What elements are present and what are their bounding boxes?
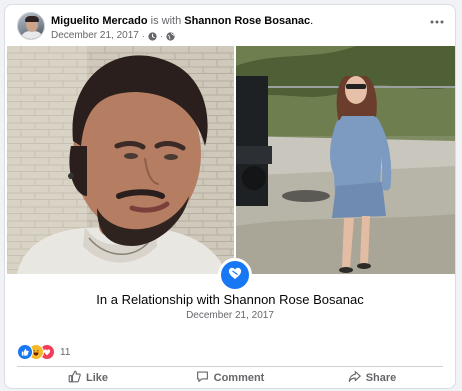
- author-name[interactable]: Miguelito Mercado: [51, 15, 148, 27]
- comment-label: Comment: [213, 372, 265, 384]
- like-label: Like: [85, 372, 108, 384]
- reaction-count[interactable]: 11: [60, 347, 70, 358]
- tagged-name[interactable]: Shannon Rose Bosanac: [184, 15, 310, 27]
- globe-icon[interactable]: [166, 31, 175, 41]
- share-icon: [348, 370, 361, 386]
- meta-separator: ·: [141, 31, 145, 41]
- thumbs-up-icon: [68, 370, 81, 386]
- post-header: Miguelito Mercado is with Shannon Rose B…: [5, 5, 455, 45]
- post-meta: December 21, 2017 · ·: [51, 30, 175, 42]
- avatar[interactable]: [17, 12, 45, 40]
- comment-icon: [196, 370, 209, 386]
- heart-icon: [227, 265, 243, 286]
- comment-button[interactable]: Comment: [159, 367, 301, 388]
- life-event-post: Miguelito Mercado is with Shannon Rose B…: [4, 4, 456, 389]
- life-event-badge: [218, 258, 252, 292]
- clock-icon: [148, 31, 157, 41]
- life-event-date: December 21, 2017: [186, 310, 274, 321]
- life-event-title: In a Relationship with Shannon Rose Bosa…: [96, 292, 364, 307]
- photo-collage: [5, 46, 455, 274]
- more-icon[interactable]: [427, 15, 447, 29]
- share-label: Share: [365, 372, 397, 384]
- post-date[interactable]: December 21, 2017: [51, 30, 139, 42]
- reaction-summary[interactable]: 11: [17, 344, 70, 360]
- post-headline: Miguelito Mercado is with Shannon Rose B…: [51, 15, 313, 28]
- share-button[interactable]: Share: [301, 367, 443, 388]
- action-bar: Like Comment Share: [17, 367, 443, 388]
- like-reaction-icon: [17, 344, 33, 360]
- photo-woman-outdoor[interactable]: [236, 46, 455, 274]
- headline-period: .: [310, 15, 314, 27]
- with-text: is with: [150, 15, 182, 27]
- photo-man-selfie[interactable]: [7, 46, 234, 274]
- meta-separator-2: ·: [159, 31, 163, 41]
- like-button[interactable]: Like: [17, 367, 159, 388]
